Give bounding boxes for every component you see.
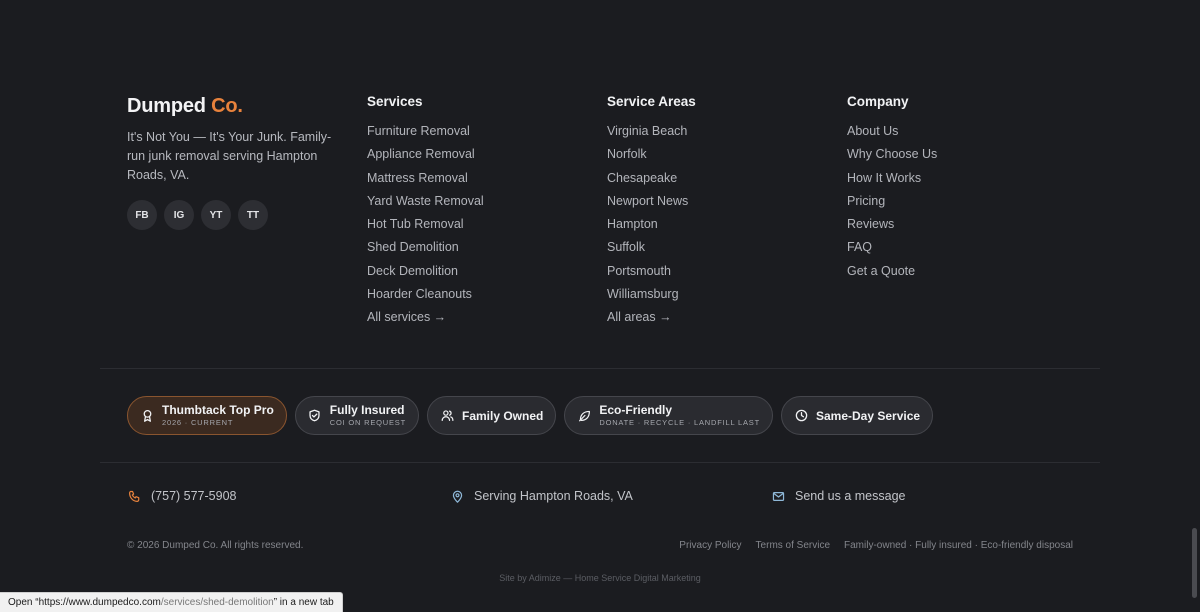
message-text: Send us a message [795, 489, 906, 503]
all-areas-link[interactable]: All areas → [607, 306, 847, 329]
area-link-suffolk[interactable]: Suffolk [607, 236, 847, 259]
location-link[interactable]: Serving Hampton Roads, VA [450, 489, 633, 503]
phone-number: (757) 577-5908 [151, 489, 237, 503]
company-list: About Us Why Choose Us How It Works Pric… [847, 120, 1087, 283]
badge-family-owned[interactable]: Family Owned [427, 396, 557, 435]
location-text: Serving Hampton Roads, VA [474, 489, 633, 503]
service-link-shed-demolition[interactable]: Shed Demolition [367, 236, 607, 259]
service-link-hot-tub[interactable]: Hot Tub Removal [367, 213, 607, 236]
phone-icon [127, 489, 141, 503]
legal-links: Privacy Policy Terms of Service Family-o… [679, 540, 1073, 551]
services-list: Furniture Removal Appliance Removal Matt… [367, 120, 607, 330]
mail-icon [771, 489, 785, 503]
browser-status-bar: Open “ https://www.dumpedco.com /service… [0, 592, 343, 612]
company-link-about[interactable]: About Us [847, 120, 1087, 143]
company-link-faq[interactable]: FAQ [847, 236, 1087, 259]
status-url-base: https://www.dumpedco.com [38, 597, 161, 608]
brand-column: Dumped Co. It's Not You — It's Your Junk… [127, 94, 367, 330]
logo-accent: Co. [211, 95, 243, 117]
badge-title: Eco-Friendly [599, 403, 673, 417]
company-link-reviews[interactable]: Reviews [847, 213, 1087, 236]
badge-eco-friendly[interactable]: Eco-Friendly DONATE · RECYCLE · LANDFILL… [564, 396, 773, 435]
service-link-appliance[interactable]: Appliance Removal [367, 143, 607, 166]
badge-subtitle: 2026 · CURRENT [162, 418, 234, 427]
company-link-pricing[interactable]: Pricing [847, 190, 1087, 213]
area-link-williamsburg[interactable]: Williamsburg [607, 283, 847, 306]
service-link-deck-demolition[interactable]: Deck Demolition [367, 260, 607, 283]
contact-row: (757) 577-5908 Serving Hampton Roads, VA… [127, 489, 1087, 507]
badge-same-day-service[interactable]: Same-Day Service [781, 396, 934, 435]
badge-title: Fully Insured [329, 403, 405, 417]
area-link-virginia-beach[interactable]: Virginia Beach [607, 120, 847, 143]
award-icon [140, 409, 154, 423]
map-pin-icon [450, 489, 464, 503]
areas-list: Virginia Beach Norfolk Chesapeake Newpor… [607, 120, 847, 330]
logo-main: Dumped [127, 95, 206, 117]
services-column: Services Furniture Removal Appliance Rem… [367, 94, 607, 330]
social-instagram[interactable]: IG [164, 200, 194, 230]
badge-fully-insured[interactable]: Fully Insured COI ON REQUEST [294, 396, 419, 435]
scrollbar-thumb[interactable] [1192, 528, 1197, 598]
copyright: © 2026 Dumped Co. All rights reserved. [127, 540, 304, 551]
all-services-link[interactable]: All services → [367, 306, 607, 329]
site-footer: Dumped Co. It's Not You — It's Your Junk… [0, 0, 1200, 612]
company-link-why-choose[interactable]: Why Choose Us [847, 143, 1087, 166]
company-column: Company About Us Why Choose Us How It Wo… [847, 94, 1087, 330]
social-links: FB IG YT TT [127, 200, 367, 230]
service-link-hoarder[interactable]: Hoarder Cleanouts [367, 283, 607, 306]
area-link-hampton[interactable]: Hampton [607, 213, 847, 236]
leaf-icon [577, 409, 591, 423]
message-link[interactable]: Send us a message [771, 489, 906, 503]
service-link-furniture[interactable]: Furniture Removal [367, 120, 607, 143]
logo[interactable]: Dumped Co. [127, 94, 367, 118]
divider [100, 462, 1100, 463]
privacy-policy-link[interactable]: Privacy Policy [679, 540, 741, 551]
footer-columns: Dumped Co. It's Not You — It's Your Junk… [127, 94, 1087, 330]
service-link-yard-waste[interactable]: Yard Waste Removal [367, 190, 607, 213]
company-link-quote[interactable]: Get a Quote [847, 260, 1087, 283]
badge-title: Family Owned [462, 408, 544, 423]
services-title: Services [367, 94, 423, 109]
company-values: Family-owned · Fully insured · Eco-frien… [844, 540, 1073, 551]
badge-subtitle: DONATE · RECYCLE · LANDFILL LAST [599, 418, 760, 427]
areas-title: Service Areas [607, 94, 696, 109]
area-link-portsmouth[interactable]: Portsmouth [607, 260, 847, 283]
clock-icon [794, 409, 808, 423]
badge-subtitle: COI ON REQUEST [329, 418, 406, 427]
badge-thumbtack-top-pro[interactable]: Thumbtack Top Pro 2026 · CURRENT [127, 396, 287, 435]
service-link-mattress[interactable]: Mattress Removal [367, 167, 607, 190]
area-link-chesapeake[interactable]: Chesapeake [607, 167, 847, 190]
area-link-newport-news[interactable]: Newport News [607, 190, 847, 213]
company-title: Company [847, 94, 909, 109]
area-link-norfolk[interactable]: Norfolk [607, 143, 847, 166]
status-suffix: ” in a new tab [273, 597, 334, 608]
areas-column: Service Areas Virginia Beach Norfolk Che… [607, 94, 847, 330]
brand-tagline: It's Not You — It's Your Junk. Family-ru… [127, 130, 332, 182]
status-url-path: /services/shed-demolition [160, 597, 274, 608]
social-youtube[interactable]: YT [201, 200, 231, 230]
company-link-how-it-works[interactable]: How It Works [847, 167, 1087, 190]
terms-of-service-link[interactable]: Terms of Service [756, 540, 830, 551]
shield-icon [308, 409, 322, 423]
social-tiktok[interactable]: TT [238, 200, 268, 230]
social-facebook[interactable]: FB [127, 200, 157, 230]
users-icon [440, 409, 454, 423]
site-credit[interactable]: Site by Adimize — Home Service Digital M… [0, 573, 1200, 583]
trust-badges: Thumbtack Top Pro 2026 · CURRENT Fully I… [127, 396, 934, 435]
phone-link[interactable]: (757) 577-5908 [127, 489, 236, 503]
badge-title: Thumbtack Top Pro [162, 403, 274, 417]
status-prefix: Open “ [8, 597, 39, 608]
badge-title: Same-Day Service [816, 408, 921, 423]
divider [100, 368, 1100, 369]
